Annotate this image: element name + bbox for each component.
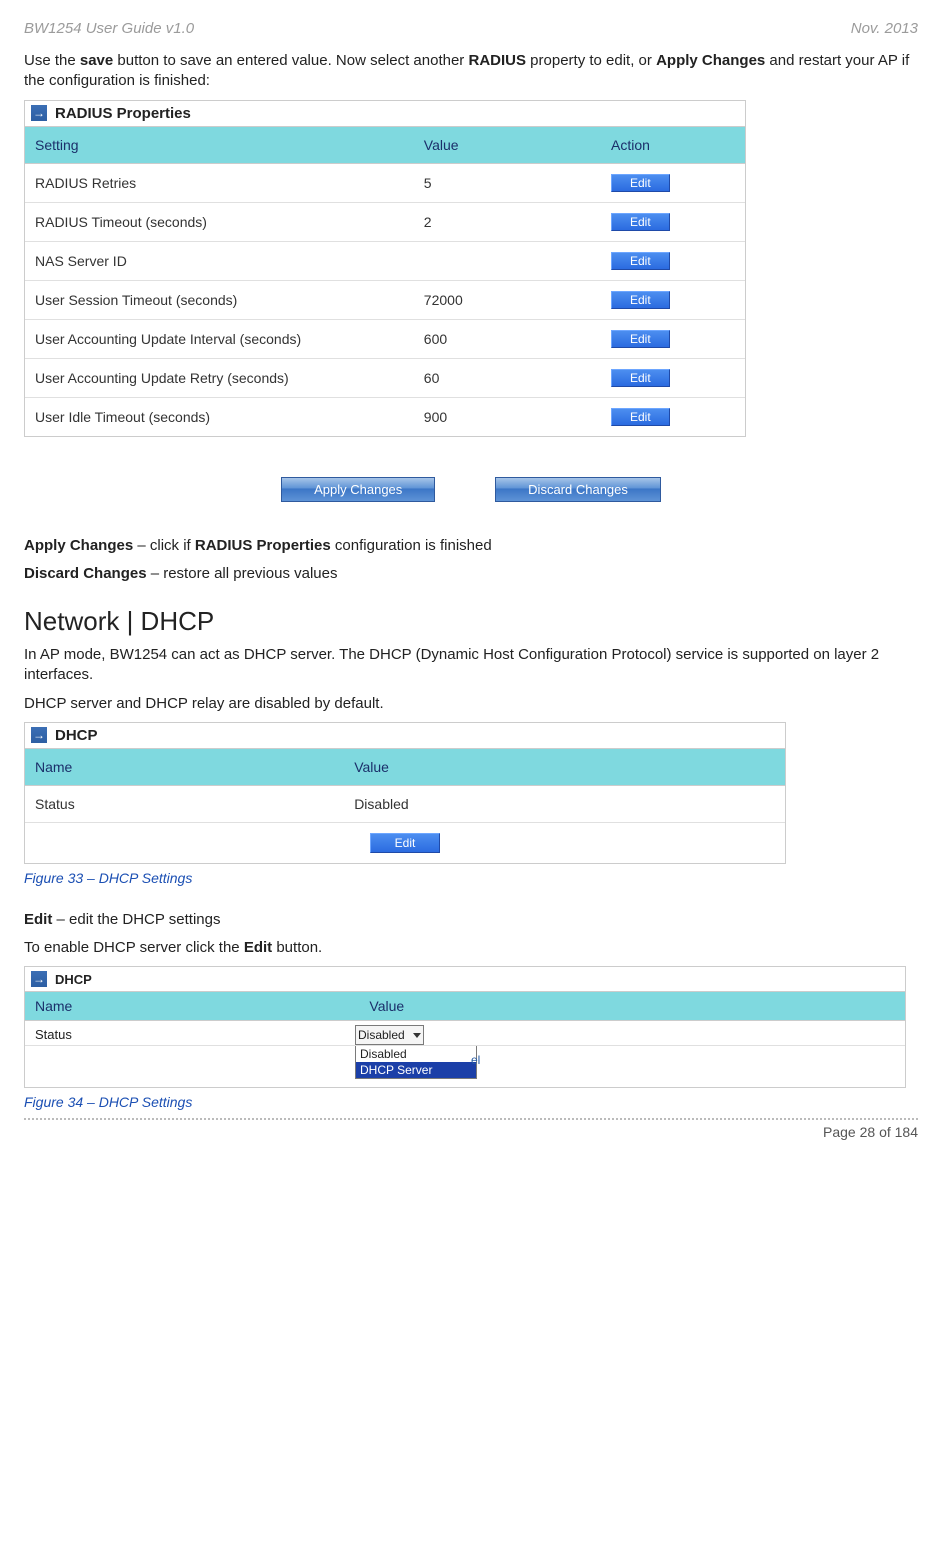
dhcp-intro-1: In AP mode, BW1254 can act as DHCP serve…: [24, 645, 918, 686]
dhcp2-panel-header: → DHCP: [25, 967, 905, 992]
page-footer: Page 28 of 184: [24, 1118, 918, 1140]
radius-panel-header: → RADIUS Properties: [25, 101, 745, 127]
discard-note: Discard Changes – restore all previous v…: [24, 564, 918, 584]
dropdown-option[interactable]: DHCP Server: [356, 1062, 476, 1078]
table-row: User Session Timeout (seconds)72000Edit: [25, 280, 745, 319]
radius-panel-title: RADIUS Properties: [55, 105, 191, 122]
arrow-icon: →: [31, 727, 47, 743]
cancel-fragment: el: [471, 1053, 480, 1067]
radius-table: Setting Value Action RADIUS Retries5Edit…: [25, 127, 745, 436]
discard-changes-button[interactable]: Discard Changes: [495, 477, 661, 502]
table-row: NAS Server IDEdit: [25, 241, 745, 280]
edit-button[interactable]: Edit: [611, 291, 670, 309]
col-value: Value: [344, 749, 785, 786]
dhcp-table: Name Value Status Disabled Edit: [25, 749, 785, 863]
enable-text: To enable DHCP server click the Edit but…: [24, 938, 918, 958]
dropdown-option[interactable]: Disabled: [356, 1046, 476, 1062]
doc-date: Nov. 2013: [851, 20, 918, 37]
figure-caption: Figure 34 – DHCP Settings: [24, 1094, 918, 1110]
edit-button[interactable]: Edit: [611, 330, 670, 348]
status-label: Status: [25, 785, 344, 822]
table-row: Edit: [25, 822, 785, 863]
section-heading: Network | DHCP: [24, 606, 918, 637]
col-value: Value: [359, 992, 905, 1021]
dhcp2-panel-title: DHCP: [55, 972, 92, 987]
edit-button[interactable]: Edit: [611, 252, 670, 270]
change-buttons-row: Apply Changes Discard Changes: [24, 477, 918, 502]
arrow-icon: →: [31, 971, 47, 987]
page-number: Page 28 of 184: [823, 1124, 918, 1140]
col-name: Name: [25, 749, 344, 786]
status-dropdown[interactable]: Disabled DHCP Server: [355, 1045, 477, 1079]
apply-note: Apply Changes – click if RADIUS Properti…: [24, 536, 918, 556]
table-row: User Idle Timeout (seconds)900Edit: [25, 397, 745, 436]
radius-panel: → RADIUS Properties Setting Value Action…: [24, 100, 746, 437]
table-row: RADIUS Retries5Edit: [25, 163, 745, 202]
table-row: Status Disabled: [25, 785, 785, 822]
arrow-icon: →: [31, 105, 47, 121]
edit-button[interactable]: Edit: [611, 408, 670, 426]
col-value: Value: [414, 127, 601, 164]
table-row: User Accounting Update Retry (seconds)60…: [25, 358, 745, 397]
edit-button[interactable]: Edit: [611, 174, 670, 192]
apply-changes-button[interactable]: Apply Changes: [281, 477, 435, 502]
status-label: Status: [35, 1027, 72, 1042]
edit-button[interactable]: Edit: [611, 369, 670, 387]
dhcp-intro-2: DHCP server and DHCP relay are disabled …: [24, 694, 918, 714]
col-name: Name: [25, 992, 359, 1021]
dhcp-panel-title: DHCP: [55, 727, 98, 744]
edit-button[interactable]: Edit: [370, 833, 441, 853]
status-value: Disabled: [344, 785, 785, 822]
edit-button[interactable]: Edit: [611, 213, 670, 231]
chevron-down-icon: [413, 1033, 421, 1038]
status-select[interactable]: Disabled: [355, 1025, 424, 1045]
dhcp-panel: → DHCP Name Value Status Disabled Edit: [24, 722, 786, 864]
status-select-value: Disabled: [358, 1028, 405, 1042]
col-action: Action: [601, 127, 745, 164]
table-row: RADIUS Timeout (seconds)2Edit: [25, 202, 745, 241]
dhcp-edit-panel: → DHCP Name Value Status Disabled Disabl…: [24, 966, 906, 1088]
col-setting: Setting: [25, 127, 414, 164]
figure-caption: Figure 33 – DHCP Settings: [24, 870, 918, 886]
page-header: BW1254 User Guide v1.0 Nov. 2013: [24, 20, 918, 37]
dhcp-panel-header: → DHCP: [25, 723, 785, 749]
dhcp2-table: Name Value: [25, 992, 905, 1021]
intro-paragraph: Use the save button to save an entered v…: [24, 51, 918, 92]
edit-note: Edit – edit the DHCP settings: [24, 910, 918, 930]
status-edit-row: Status Disabled Disabled DHCP Server el: [25, 1021, 905, 1087]
table-row: User Accounting Update Interval (seconds…: [25, 319, 745, 358]
doc-title: BW1254 User Guide v1.0: [24, 20, 194, 37]
